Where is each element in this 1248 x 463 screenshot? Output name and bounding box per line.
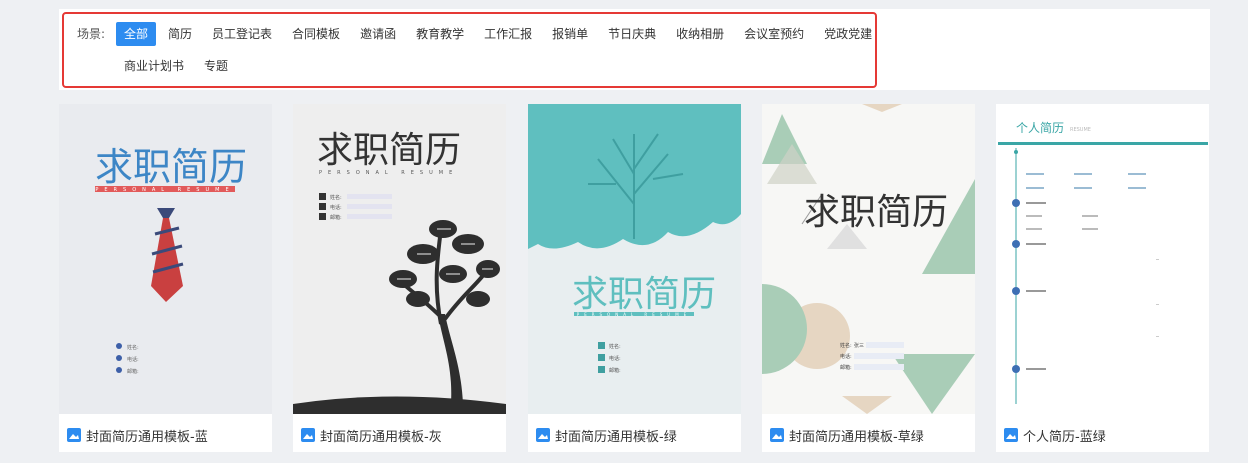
svg-text:邮箱:: 邮箱: xyxy=(330,214,342,221)
highlight-box xyxy=(62,12,877,88)
template-caption[interactable]: 封面简历通用模板-草绿 xyxy=(770,424,924,446)
template-thumbnail: 求职简历 PERSONAL RESUME 姓名: 电话: 邮箱: xyxy=(528,104,741,414)
image-file-icon xyxy=(536,428,550,442)
svg-text:邮箱:: 邮箱: xyxy=(609,367,621,374)
template-card[interactable]: 求职简历 PERSONAL RESUME 姓名: 电话: 邮箱: 封面简历通用模… xyxy=(293,104,506,452)
svg-text:求职简历: 求职简历 xyxy=(804,192,948,233)
svg-text:电话:: 电话: xyxy=(127,356,139,363)
svg-text:姓名:: 姓名: xyxy=(840,342,852,349)
svg-text:邮箱:: 邮箱: xyxy=(127,368,139,375)
image-file-icon xyxy=(770,428,784,442)
svg-text:PERSONAL RESUME: PERSONAL RESUME xyxy=(95,187,234,193)
svg-text:电话:: 电话: xyxy=(609,355,621,362)
svg-text:电话:: 电话: xyxy=(840,353,852,360)
svg-text:求职简历: 求职简历 xyxy=(572,274,716,315)
svg-text:张三: 张三 xyxy=(854,342,864,349)
svg-text:邮箱:: 邮箱: xyxy=(840,364,852,371)
image-file-icon xyxy=(301,428,315,442)
template-caption[interactable]: 封面简历通用模板-灰 xyxy=(301,424,442,446)
template-title: 封面简历通用模板-草绿 xyxy=(789,429,924,445)
template-caption[interactable]: 封面简历通用模板-蓝 xyxy=(67,424,208,446)
template-caption[interactable]: 个人简历-蓝绿 xyxy=(1004,424,1106,446)
template-thumbnail: 求职简历 姓名: 张三 电话: 邮箱: xyxy=(762,104,975,414)
template-thumbnail: 求职简历 PERSONAL RESUME 姓名: 电话: 邮箱: xyxy=(293,104,506,414)
template-thumbnail: 个人简历 RESUME xyxy=(996,104,1209,414)
svg-text:PERSONAL RESUME: PERSONAL RESUME xyxy=(577,312,691,317)
svg-text:姓名:: 姓名: xyxy=(127,344,139,351)
svg-text:电话:: 电话: xyxy=(330,204,342,211)
image-file-icon xyxy=(1004,428,1018,442)
svg-text:求职简历: 求职简历 xyxy=(317,130,461,171)
svg-text:RESUME: RESUME xyxy=(1070,127,1091,133)
svg-text:姓名:: 姓名: xyxy=(330,194,342,201)
template-caption[interactable]: 封面简历通用模板-绿 xyxy=(536,424,677,446)
image-file-icon xyxy=(67,428,81,442)
template-card[interactable]: 求职简历 姓名: 张三 电话: 邮箱: 封面简历通用模板-草绿 xyxy=(762,104,975,452)
template-title: 封面简历通用模板-绿 xyxy=(555,429,677,445)
svg-text:个人简历: 个人简历 xyxy=(1016,121,1064,135)
template-card[interactable]: 求职简历 PERSONAL RESUME 姓名: 电话: 邮箱: 封面简历通用模… xyxy=(528,104,741,452)
svg-text:姓名:: 姓名: xyxy=(609,343,621,350)
template-title: 个人简历-蓝绿 xyxy=(1023,429,1106,445)
template-card[interactable]: 求职简历 PERSONAL RESUME 姓名: 电话: 邮箱: 封面简历通用模… xyxy=(59,104,272,452)
template-card[interactable]: 个人简历 RESUME 个人简历-蓝绿 xyxy=(996,104,1209,452)
svg-text:PERSONAL RESUME: PERSONAL RESUME xyxy=(319,170,458,176)
svg-text:求职简历: 求职简历 xyxy=(95,145,247,189)
template-thumbnail: 求职简历 PERSONAL RESUME 姓名: 电话: 邮箱: xyxy=(59,104,272,414)
template-title: 封面简历通用模板-灰 xyxy=(320,429,442,445)
template-title: 封面简历通用模板-蓝 xyxy=(86,429,208,445)
